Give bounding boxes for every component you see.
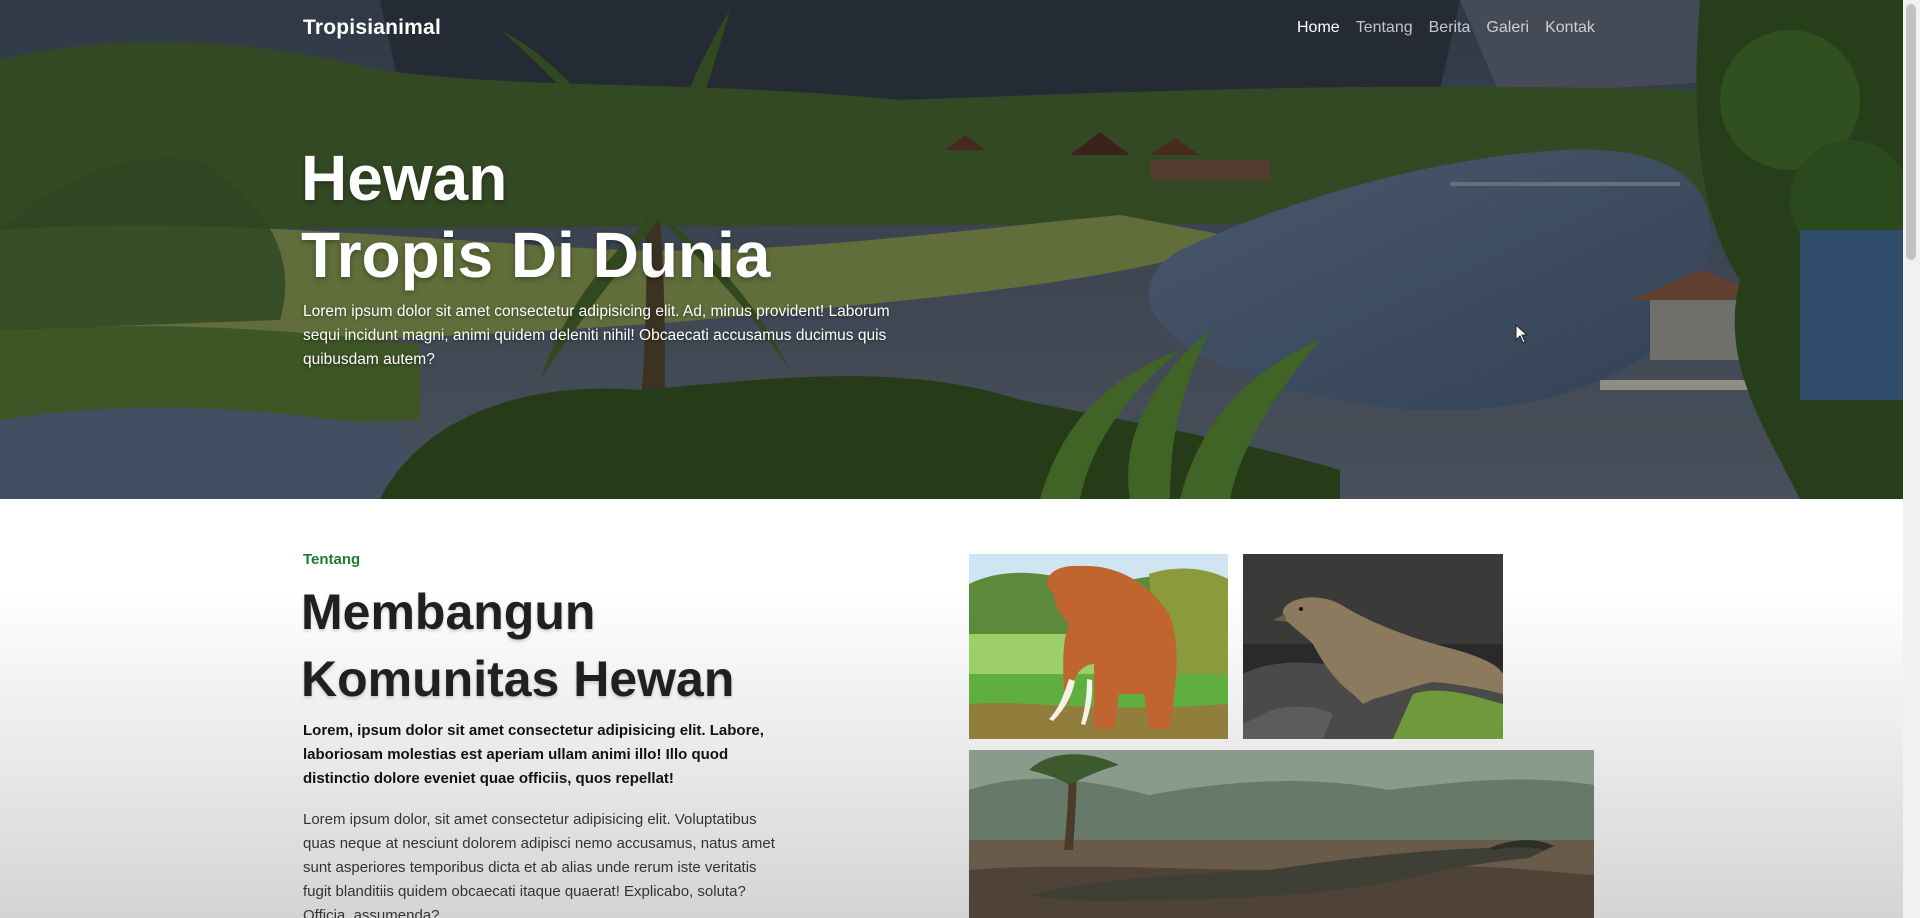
crocodile-photo (969, 750, 1594, 918)
mouse-cursor-icon (1515, 324, 1529, 344)
about-title-line-1: Membangun (301, 584, 596, 640)
about-lead-text: Lorem, ipsum dolor sit amet consectetur … (303, 722, 764, 787)
komodo-dragon-photo (1243, 554, 1503, 739)
hero-description: Lorem ipsum dolor sit amet consectetur a… (303, 303, 890, 368)
section-label: Tentang (303, 551, 361, 568)
nav-link-kontak[interactable]: Kontak (1545, 19, 1595, 37)
hero-title-line-2: Tropis Di Dunia (301, 219, 771, 291)
hero-overlay (0, 0, 1903, 499)
brand-logo[interactable]: Tropisianimal (303, 16, 441, 40)
about-title: Membangun Komunitas Hewan (301, 579, 734, 713)
hero-section: Tropisianimal Home Tentang Berita Galeri… (0, 0, 1903, 499)
about-title-line-2: Komunitas Hewan (301, 651, 735, 707)
nav-link-berita[interactable]: Berita (1429, 19, 1471, 37)
about-body-text: Lorem ipsum dolor, sit amet consectetur … (303, 811, 775, 918)
hero-title: Hewan Tropis Di Dunia (301, 140, 770, 294)
about-section: Tentang Membangun Komunitas Hewan Lorem,… (0, 499, 1903, 918)
nav-links: Home Tentang Berita Galeri Kontak (1297, 19, 1611, 37)
navbar: Tropisianimal Home Tentang Berita Galeri… (0, 0, 1903, 58)
nav-link-tentang[interactable]: Tentang (1356, 19, 1413, 37)
nav-link-galeri[interactable]: Galeri (1486, 19, 1529, 37)
nav-link-home[interactable]: Home (1297, 19, 1340, 37)
elephant-photo (969, 554, 1228, 739)
scrollbar-thumb[interactable] (1906, 4, 1916, 260)
hero-title-line-1: Hewan (301, 142, 508, 214)
